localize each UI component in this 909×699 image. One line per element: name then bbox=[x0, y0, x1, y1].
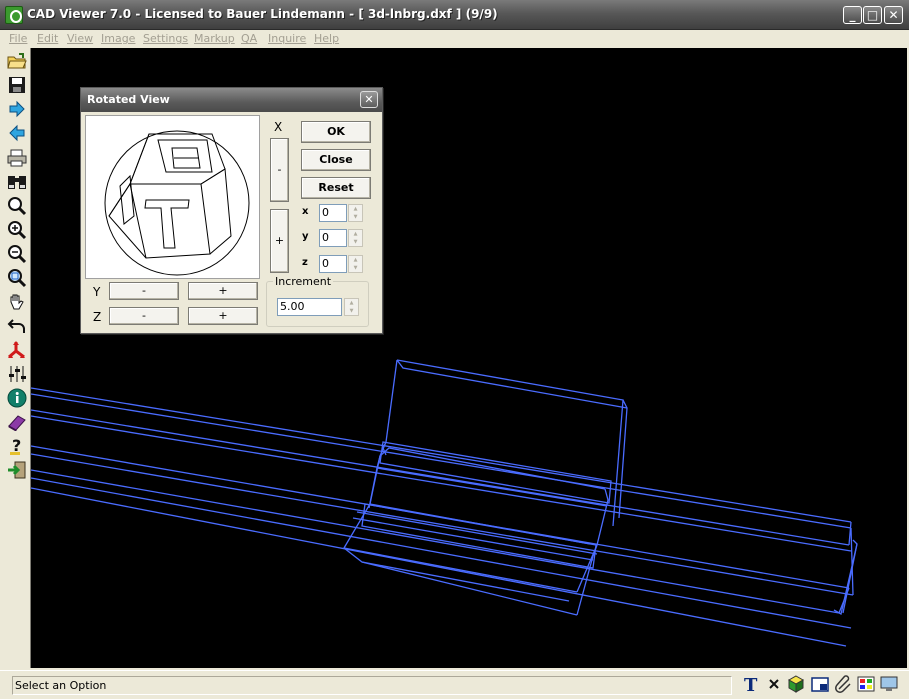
y-axis-label: Y bbox=[93, 285, 101, 299]
reset-button[interactable]: Reset bbox=[301, 177, 371, 199]
z-angle-field[interactable]: 0 bbox=[319, 255, 347, 273]
orientation-cube-icon bbox=[104, 130, 250, 276]
save-disk-icon[interactable] bbox=[6, 74, 28, 96]
menu-inquire[interactable]: Inquire bbox=[268, 32, 306, 45]
z-plus-button[interactable]: + bbox=[188, 307, 258, 325]
increment-spinner[interactable]: ▲ ▼ bbox=[344, 298, 359, 316]
rotated-view-dialog: Rotated View ✕ X - + OK Close Reset x 0 … bbox=[80, 87, 383, 334]
zoom-window-icon[interactable] bbox=[6, 267, 28, 289]
menu-help[interactable]: Help bbox=[314, 32, 339, 45]
close-button[interactable]: Close bbox=[301, 149, 371, 171]
binoculars-icon[interactable] bbox=[6, 171, 28, 193]
maximize-button[interactable]: □ bbox=[863, 6, 882, 24]
close-x-icon[interactable] bbox=[764, 674, 784, 694]
undo-view-icon[interactable] bbox=[6, 315, 28, 337]
dialog-close-icon[interactable]: ✕ bbox=[360, 91, 378, 108]
info-icon[interactable] bbox=[6, 387, 28, 409]
dialog-title-bar[interactable]: Rotated View ✕ bbox=[81, 88, 382, 112]
dialog-title: Rotated View bbox=[87, 93, 170, 106]
increment-label: Increment bbox=[273, 275, 334, 288]
ok-button[interactable]: OK bbox=[301, 121, 371, 143]
axes-rotate-icon[interactable] bbox=[6, 339, 28, 361]
window-title: CAD Viewer 7.0 - Licensed to Bauer Linde… bbox=[27, 7, 498, 21]
x-plus-button[interactable]: + bbox=[270, 209, 289, 273]
pan-hand-icon[interactable] bbox=[6, 291, 28, 313]
magnifier-icon[interactable] bbox=[6, 195, 28, 217]
svg-text:T: T bbox=[744, 675, 758, 693]
next-arrow-icon[interactable] bbox=[6, 98, 28, 120]
z-minus-button[interactable]: - bbox=[109, 307, 179, 325]
x-angle-field[interactable]: 0 bbox=[319, 204, 347, 222]
menu-file[interactable]: File bbox=[9, 32, 27, 45]
y-angle-field[interactable]: 0 bbox=[319, 229, 347, 247]
z-angle-spinner[interactable]: ▲ ▼ bbox=[348, 255, 363, 273]
menu-edit[interactable]: Edit bbox=[37, 32, 58, 45]
print-icon[interactable] bbox=[6, 147, 28, 169]
title-bar: CAD Viewer 7.0 - Licensed to Bauer Linde… bbox=[0, 0, 909, 30]
zoom-in-icon[interactable] bbox=[6, 219, 28, 241]
book-icon[interactable] bbox=[6, 411, 28, 433]
y-plus-button[interactable]: + bbox=[188, 282, 258, 300]
shaded-cube-icon[interactable] bbox=[786, 674, 806, 694]
zoom-out-icon[interactable] bbox=[6, 243, 28, 265]
menu-qa[interactable]: QA bbox=[241, 32, 257, 45]
window-icon[interactable] bbox=[810, 674, 830, 694]
open-folder-icon[interactable] bbox=[6, 50, 28, 72]
close-window-button[interactable]: ✕ bbox=[884, 6, 903, 24]
menu-view[interactable]: View bbox=[67, 32, 93, 45]
menu-bar: File Edit View Image Settings Markup QA … bbox=[0, 30, 909, 48]
x-axis-label: X bbox=[274, 120, 283, 134]
x-angle-spinner[interactable]: ▲ ▼ bbox=[348, 204, 363, 222]
status-bar: Select an Option T bbox=[0, 670, 909, 699]
x-minus-button[interactable]: - bbox=[270, 138, 289, 202]
help-question-icon[interactable]: ? bbox=[6, 435, 28, 457]
y-minus-button[interactable]: - bbox=[109, 282, 179, 300]
increment-field[interactable]: 5.00 bbox=[277, 298, 342, 316]
exit-icon[interactable] bbox=[6, 459, 28, 481]
status-message: Select an Option bbox=[12, 676, 732, 695]
menu-settings[interactable]: Settings bbox=[143, 32, 188, 45]
left-toolbar: ? bbox=[4, 48, 30, 668]
text-T-icon[interactable]: T bbox=[741, 674, 761, 694]
rotation-preview bbox=[85, 115, 260, 279]
paperclip-icon[interactable] bbox=[833, 674, 853, 694]
y-angle-label: y bbox=[302, 231, 309, 242]
minimize-button[interactable]: _ bbox=[843, 6, 862, 24]
layers-sliders-icon[interactable] bbox=[6, 363, 28, 385]
menu-image[interactable]: Image bbox=[101, 32, 135, 45]
z-angle-label: z bbox=[302, 257, 308, 268]
y-angle-spinner[interactable]: ▲ ▼ bbox=[348, 229, 363, 247]
app-icon[interactable] bbox=[5, 6, 23, 24]
menu-markup[interactable]: Markup bbox=[194, 32, 235, 45]
previous-arrow-icon[interactable] bbox=[6, 122, 28, 144]
x-angle-label: x bbox=[302, 206, 309, 217]
display-icon[interactable] bbox=[879, 674, 899, 694]
z-axis-label: Z bbox=[93, 310, 102, 324]
color-palette-icon[interactable] bbox=[856, 674, 876, 694]
